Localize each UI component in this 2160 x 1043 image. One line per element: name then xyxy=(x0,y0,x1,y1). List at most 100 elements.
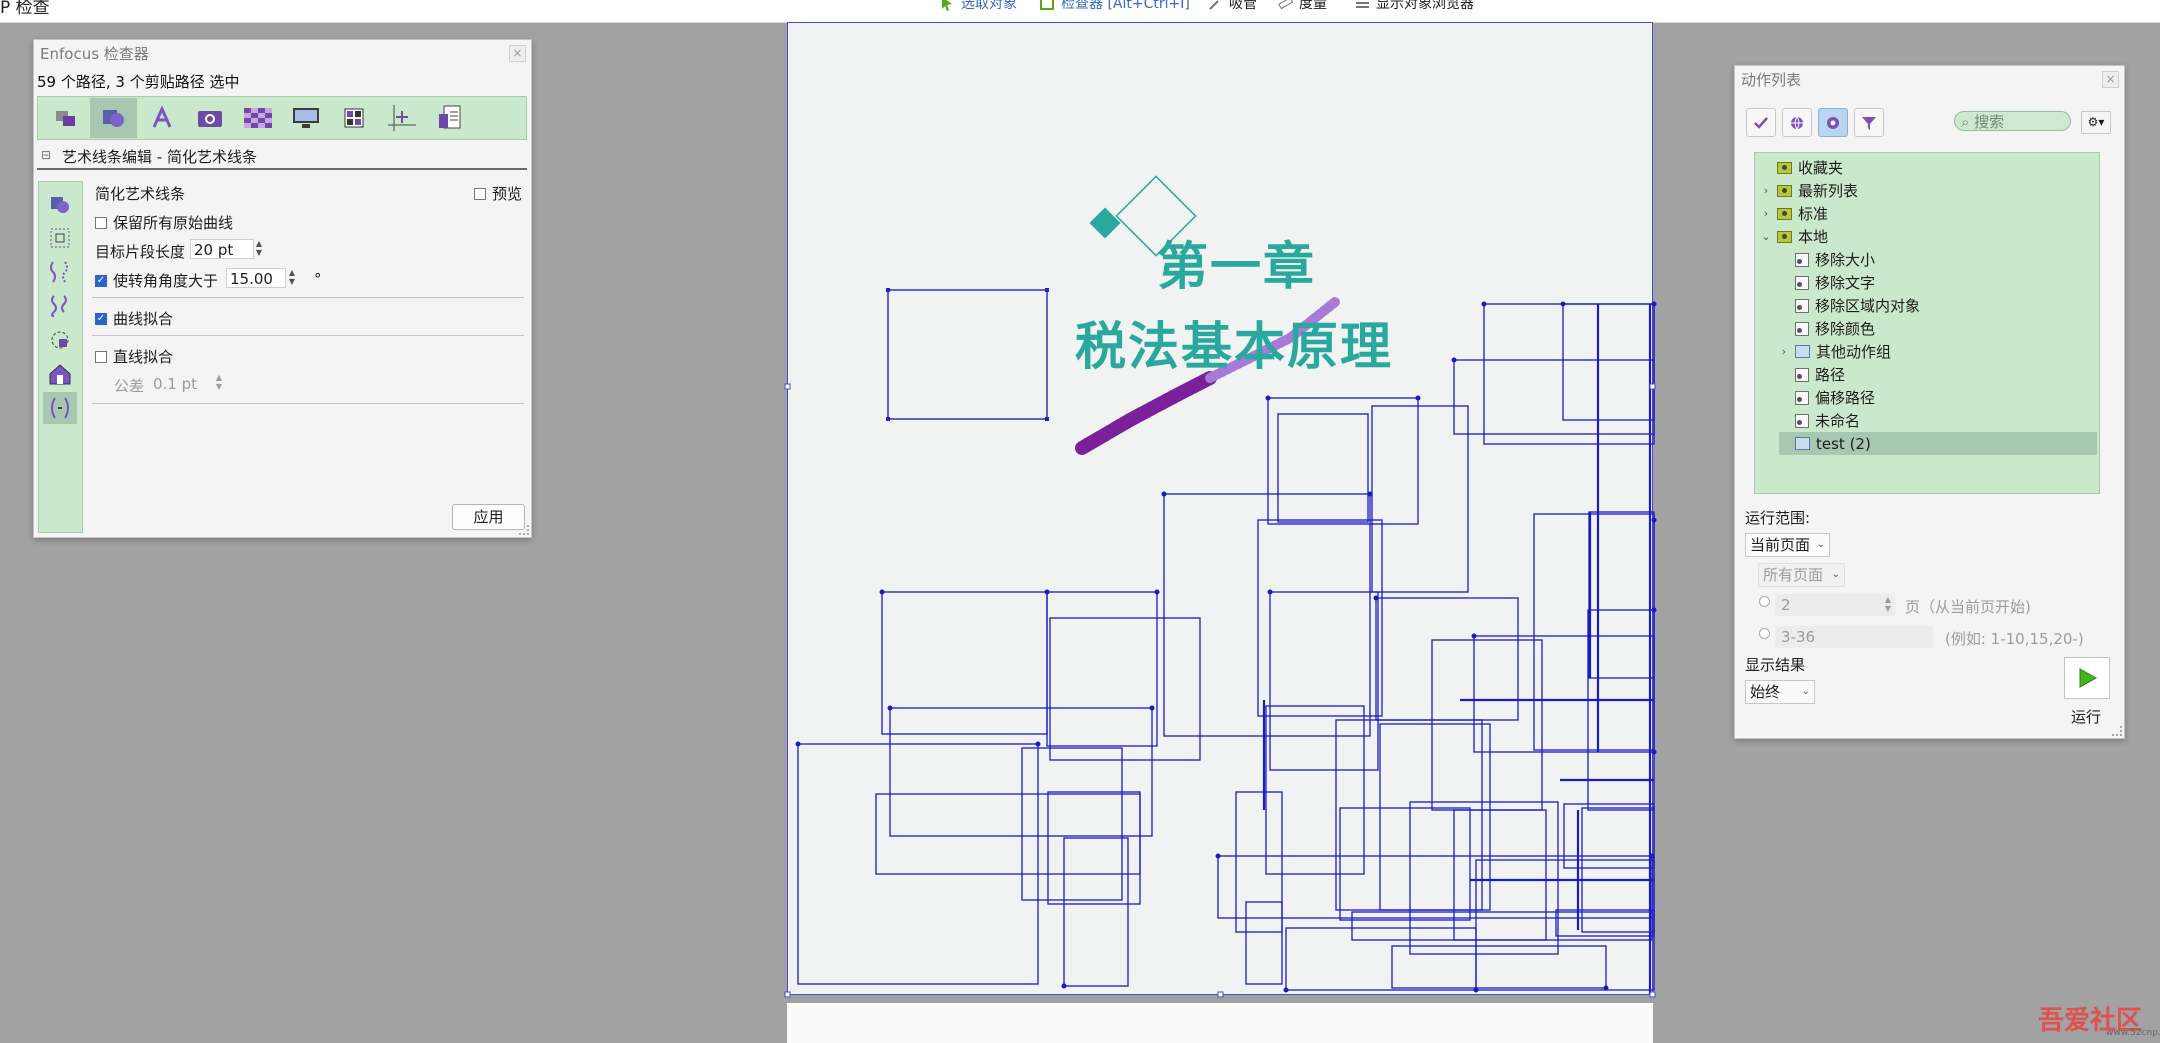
filter-button[interactable] xyxy=(1854,108,1884,137)
shapes-tab[interactable] xyxy=(90,98,137,138)
simplified-paths[interactable] xyxy=(797,303,1655,991)
objects-tab[interactable] xyxy=(42,98,89,138)
resize-grip[interactable] xyxy=(519,525,529,535)
tree-item[interactable]: test (2) xyxy=(1779,432,2097,455)
side-bounds-button[interactable] xyxy=(43,222,77,254)
action-icon xyxy=(1795,275,1809,290)
tree-item[interactable]: 移除大小 xyxy=(1779,248,2097,271)
wave-icon xyxy=(51,295,67,317)
watermark-url: www.52cnp.com xyxy=(2106,1028,2160,1038)
tree-item[interactable]: 移除区域内对象 xyxy=(1779,294,2097,317)
layout-tab[interactable] xyxy=(330,98,377,138)
show-results-select[interactable]: 始终 ⌄ xyxy=(1745,680,1815,704)
section-header[interactable]: ⊟ 艺术线条编辑 - 简化艺术线条 xyxy=(37,144,527,170)
page-scope-select: 所有页面 ⌄ xyxy=(1758,563,1845,587)
preview-checkbox[interactable] xyxy=(474,187,486,200)
tree-item[interactable]: 移除颜色 xyxy=(1779,317,2097,340)
image-icon xyxy=(197,111,222,127)
preview-option[interactable]: 预览 xyxy=(474,183,522,204)
tree-item[interactable]: 移除文字 xyxy=(1779,271,2097,294)
action-group-icon xyxy=(1795,437,1810,450)
run-button[interactable] xyxy=(2064,657,2110,699)
image-tab[interactable] xyxy=(186,98,233,138)
side-wave-button[interactable] xyxy=(43,290,77,322)
tree-item[interactable]: 未命名 xyxy=(1779,409,2097,432)
display-tab[interactable] xyxy=(282,98,329,138)
side-shapes-button[interactable] xyxy=(43,188,77,220)
section-label: 艺术线条编辑 - 简化艺术线条 xyxy=(62,148,257,166)
target-length-stepper[interactable]: ▲ ▼ xyxy=(254,239,264,259)
angle-label: 使转角角度大于 xyxy=(113,272,219,290)
target-length-input[interactable]: 20 pt xyxy=(190,239,254,259)
angle-input[interactable]: 15.00 xyxy=(226,268,286,288)
angle-option[interactable]: ✓ 使转角角度大于 xyxy=(95,270,218,291)
line-fit-checkbox[interactable] xyxy=(95,350,107,363)
options-menu-button[interactable]: ⚙▾ xyxy=(2081,111,2111,134)
tolerance-label: 公差 xyxy=(114,377,145,395)
action-search-input[interactable]: ⌕ 搜索 xyxy=(1954,111,2071,131)
tree-item[interactable]: › 标准 xyxy=(1761,202,2097,225)
tree-item[interactable]: 路径 xyxy=(1779,363,2097,386)
expand-chevron-icon[interactable]: ⌄ xyxy=(1761,230,1771,243)
tree-item[interactable]: 偏移路径 xyxy=(1779,386,2097,409)
chapter-heading[interactable]: 第一章 xyxy=(1157,225,1316,299)
chevron-down-icon: ⌄ xyxy=(1816,539,1825,550)
range-select[interactable]: 当前页面 ⌄ xyxy=(1745,533,1830,557)
action-list-title: 动作列表 xyxy=(1741,71,1802,89)
tree-item[interactable]: › 其他动作组 xyxy=(1779,340,2097,363)
tree-item-label: 本地 xyxy=(1798,228,1829,246)
tree-item-label: 偏移路径 xyxy=(1815,389,1876,407)
page-handles[interactable] xyxy=(784,383,1656,998)
inspector-close-button[interactable]: × xyxy=(509,45,526,62)
side-curve-button[interactable] xyxy=(43,256,77,288)
keep-original-option[interactable]: 保留所有原始曲线 xyxy=(95,212,233,233)
angle-stepper[interactable]: ▲ ▼ xyxy=(287,268,297,288)
chapter-subtitle[interactable]: 税法基本原理 xyxy=(1075,305,1393,379)
display-icon xyxy=(292,108,319,128)
action-list-close-button[interactable]: × xyxy=(2102,71,2119,88)
apply-button[interactable]: 应用 xyxy=(452,504,525,530)
position-tab[interactable] xyxy=(378,98,425,138)
side-simplify-button[interactable] xyxy=(43,392,77,424)
settings-filter-button[interactable] xyxy=(1818,108,1848,137)
chevron-down-icon: ⌄ xyxy=(1801,686,1810,697)
tree-item[interactable]: › 最新列表 xyxy=(1761,179,2097,202)
expand-chevron-icon[interactable]: › xyxy=(1779,345,1789,358)
action-list-panel: 动作列表 × ⌕ 搜索 ⚙▾ 收藏夹 › 最新列表 › 标准 ⌄ 本地移除大小 移除文字移除区… xyxy=(1734,65,2125,739)
page-range-example: (例如: 1-10,15,20-) xyxy=(1945,630,2084,648)
selected-rectangle[interactable] xyxy=(887,289,1048,420)
global-filter-button[interactable] xyxy=(1782,108,1812,137)
favorite-filter-button[interactable] xyxy=(1746,108,1776,137)
tolerance-value: 0.1 pt xyxy=(153,375,198,393)
tree-item-label: 其他动作组 xyxy=(1816,343,1892,361)
tree-item[interactable]: 收藏夹 xyxy=(1761,156,2097,179)
preview-label: 预览 xyxy=(492,185,523,203)
page-count-radio xyxy=(1759,596,1770,607)
text-tab[interactable] xyxy=(138,98,185,138)
folder-icon xyxy=(1777,207,1792,220)
keep-original-checkbox[interactable] xyxy=(95,216,107,229)
position-icon xyxy=(387,105,416,131)
tree-item-label: 移除区域内对象 xyxy=(1815,297,1921,315)
text-icon xyxy=(152,106,171,128)
document-tab[interactable] xyxy=(426,98,473,138)
dense-path-edges xyxy=(1262,304,1654,994)
angle-checkbox[interactable]: ✓ xyxy=(95,274,107,287)
expand-chevron-icon[interactable]: › xyxy=(1761,184,1771,197)
transparency-tab[interactable] xyxy=(234,98,281,138)
page-range-radio xyxy=(1759,628,1770,639)
side-home-button[interactable] xyxy=(43,358,77,390)
side-rotate-button[interactable] xyxy=(43,324,77,356)
tree-item[interactable]: ⌄ 本地 xyxy=(1761,225,2097,248)
gear-icon xyxy=(1827,116,1839,129)
transparency-icon xyxy=(243,108,272,128)
expand-chevron-icon[interactable]: › xyxy=(1761,207,1771,220)
line-fit-option[interactable]: 直线拟合 xyxy=(95,346,173,367)
tree-item-label: test (2) xyxy=(1816,434,1871,453)
layout-icon xyxy=(344,108,363,128)
resize-grip[interactable] xyxy=(2112,726,2122,736)
curve-fit-option[interactable]: ✓ 曲线拟合 xyxy=(95,308,173,329)
collapse-icon[interactable]: ⊟ xyxy=(41,148,51,162)
curve-fit-checkbox[interactable]: ✓ xyxy=(95,312,107,325)
play-icon xyxy=(2079,668,2098,688)
